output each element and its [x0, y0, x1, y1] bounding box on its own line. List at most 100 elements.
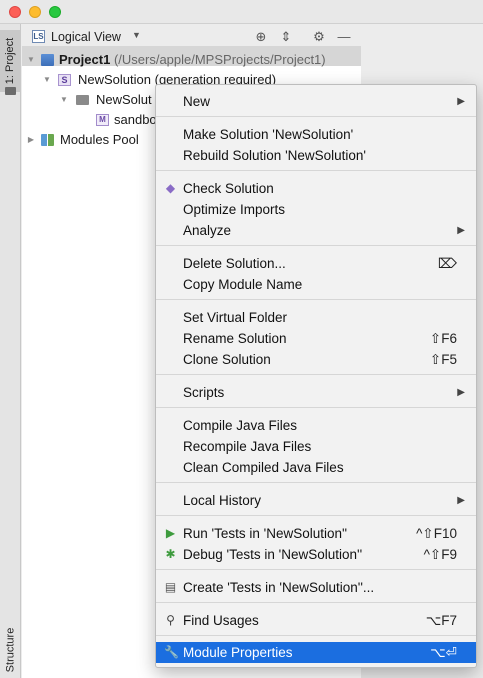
menu-item-label: Clean Compiled Java Files [183, 460, 344, 475]
expand-arrow-icon[interactable]: ▼ [59, 90, 69, 110]
chevron-down-icon[interactable]: ▼ [132, 30, 141, 40]
menu-item-shortcut: ⇧F5 [429, 352, 457, 367]
menu-item-shortcut: ^⇧F9 [423, 547, 457, 562]
window-title-bar [0, 0, 483, 24]
run-config-icon: ▤ [164, 580, 177, 594]
structure-tool-tab[interactable]: Structure [0, 622, 21, 678]
menu-item-label: Local History [183, 493, 262, 508]
collapse-all-icon[interactable]: ⇕ [278, 29, 294, 45]
structure-tab-label: Structure [4, 627, 17, 673]
hide-panel-icon[interactable]: — [336, 29, 352, 45]
menu-item-label: Copy Module Name [183, 277, 303, 292]
menu-separator [156, 170, 476, 171]
menu-item-optimize-imports[interactable]: Optimize Imports [156, 199, 476, 220]
logical-view-icon: LS [32, 30, 45, 43]
menu-item-shortcut: ^⇧F10 [416, 526, 457, 541]
close-window-button[interactable] [9, 6, 21, 18]
menu-item-label: Module Properties [183, 645, 293, 660]
menu-item-label: Optimize Imports [183, 202, 286, 217]
menu-item-shortcut: ⌥F7 [425, 613, 457, 628]
menu-item-label: Compile Java Files [183, 418, 298, 433]
menu-separator [156, 602, 476, 603]
menu-item-label: Debug 'Tests in 'NewSolution'' [183, 547, 363, 562]
submenu-arrow-icon: ▶ [457, 495, 465, 506]
expand-arrow-icon[interactable]: ▶ [26, 130, 36, 150]
context-menu: New ▶ Make Solution 'NewSolution' Rebuil… [155, 84, 477, 668]
solution-name: NewSolution [78, 72, 151, 87]
expand-arrow-icon[interactable]: ▼ [42, 70, 52, 90]
menu-item-analyze[interactable]: Analyze ▶ [156, 220, 476, 241]
menu-item-label: New [183, 94, 211, 109]
project-tab-label: 1: Project [4, 37, 17, 85]
menu-item-label: Rename Solution [183, 331, 287, 346]
menu-item-label: Clone Solution [183, 352, 271, 367]
modules-pool-name: Modules Pool [60, 132, 139, 147]
model-icon: M [96, 114, 109, 126]
menu-item-label: Scripts [183, 385, 225, 400]
submenu-arrow-icon: ▶ [457, 387, 465, 398]
project-tool-tab[interactable]: 1: Project [0, 30, 21, 92]
debug-icon: ✱ [165, 547, 176, 561]
menu-item-label: Create 'Tests in 'NewSolution''... [183, 580, 375, 595]
folder-icon [5, 87, 16, 95]
view-selector[interactable]: Logical View [51, 30, 121, 44]
menu-item-make-solution[interactable]: Make Solution 'NewSolution' [156, 124, 476, 145]
menu-item-debug-tests[interactable]: ✱ Debug 'Tests in 'NewSolution'' ^⇧F9 [156, 544, 476, 565]
gear-icon[interactable]: ⚙ [311, 29, 327, 45]
menu-item-module-properties[interactable]: 🔧 Module Properties ⌥⏎ [156, 642, 476, 663]
menu-item-label: Analyze [183, 223, 232, 238]
menu-item-create-tests-config[interactable]: ▤ Create 'Tests in 'NewSolution''... [156, 577, 476, 598]
menu-separator [156, 299, 476, 300]
expand-arrow-icon[interactable]: ▼ [26, 50, 36, 70]
menu-item-clean-compiled-java[interactable]: Clean Compiled Java Files [156, 457, 476, 478]
check-solution-icon: ◆ [165, 181, 176, 195]
menu-separator [156, 116, 476, 117]
menu-item-check-solution[interactable]: ◆ Check Solution [156, 178, 476, 199]
menu-item-label: Run 'Tests in 'NewSolution'' [183, 526, 348, 541]
menu-item-label: Delete Solution... [183, 256, 286, 271]
folder-name: NewSolut [96, 92, 152, 107]
menu-item-shortcut: ⇧F6 [429, 331, 457, 346]
search-icon: ⚲ [166, 613, 175, 627]
wrench-icon: 🔧 [164, 645, 179, 659]
menu-item-clone-solution[interactable]: Clone Solution ⇧F5 [156, 349, 476, 370]
solution-icon: S [58, 74, 71, 86]
menu-item-label: Check Solution [183, 181, 274, 196]
menu-separator [156, 245, 476, 246]
submenu-arrow-icon: ▶ [457, 96, 465, 107]
folder-icon [76, 95, 89, 105]
project-icon [41, 54, 54, 66]
menu-item-local-history[interactable]: Local History ▶ [156, 490, 476, 511]
minimize-window-button[interactable] [29, 6, 41, 18]
menu-separator [156, 482, 476, 483]
tool-window-strip: 1: Project Structure [0, 24, 21, 678]
menu-item-label: Rebuild Solution 'NewSolution' [183, 148, 367, 163]
menu-item-set-virtual-folder[interactable]: Set Virtual Folder [156, 307, 476, 328]
project-path: (/Users/apple/MPSProjects/Project1) [113, 52, 326, 67]
menu-separator [156, 407, 476, 408]
project-name: Project1 [59, 52, 111, 67]
menu-separator [156, 569, 476, 570]
tree-item-project[interactable]: ▼ Project1 (/Users/apple/MPSProjects/Pro… [22, 50, 361, 70]
zoom-window-button[interactable] [49, 6, 61, 18]
menu-separator [156, 635, 476, 636]
run-icon: ▶ [165, 526, 176, 540]
menu-item-label: Find Usages [183, 613, 259, 628]
model-name: sandbo [114, 112, 157, 127]
menu-item-find-usages[interactable]: ⚲ Find Usages ⌥F7 [156, 610, 476, 631]
menu-item-compile-java[interactable]: Compile Java Files [156, 415, 476, 436]
menu-item-rebuild-solution[interactable]: Rebuild Solution 'NewSolution' [156, 145, 476, 166]
menu-item-run-tests[interactable]: ▶ Run 'Tests in 'NewSolution'' ^⇧F10 [156, 523, 476, 544]
menu-separator [156, 374, 476, 375]
menu-item-scripts[interactable]: Scripts ▶ [156, 382, 476, 403]
menu-item-recompile-java[interactable]: Recompile Java Files [156, 436, 476, 457]
menu-item-new[interactable]: New ▶ [156, 91, 476, 112]
menu-item-rename-solution[interactable]: Rename Solution ⇧F6 [156, 328, 476, 349]
menu-separator [156, 515, 476, 516]
locate-icon[interactable]: ⊕ [253, 29, 269, 45]
menu-item-label: Make Solution 'NewSolution' [183, 127, 354, 142]
menu-item-shortcut: ⌥⏎ [430, 645, 457, 660]
delete-key-icon: ⌦ [437, 256, 457, 271]
menu-item-copy-module-name[interactable]: Copy Module Name [156, 274, 476, 295]
menu-item-delete-solution[interactable]: Delete Solution... ⌦ [156, 253, 476, 274]
